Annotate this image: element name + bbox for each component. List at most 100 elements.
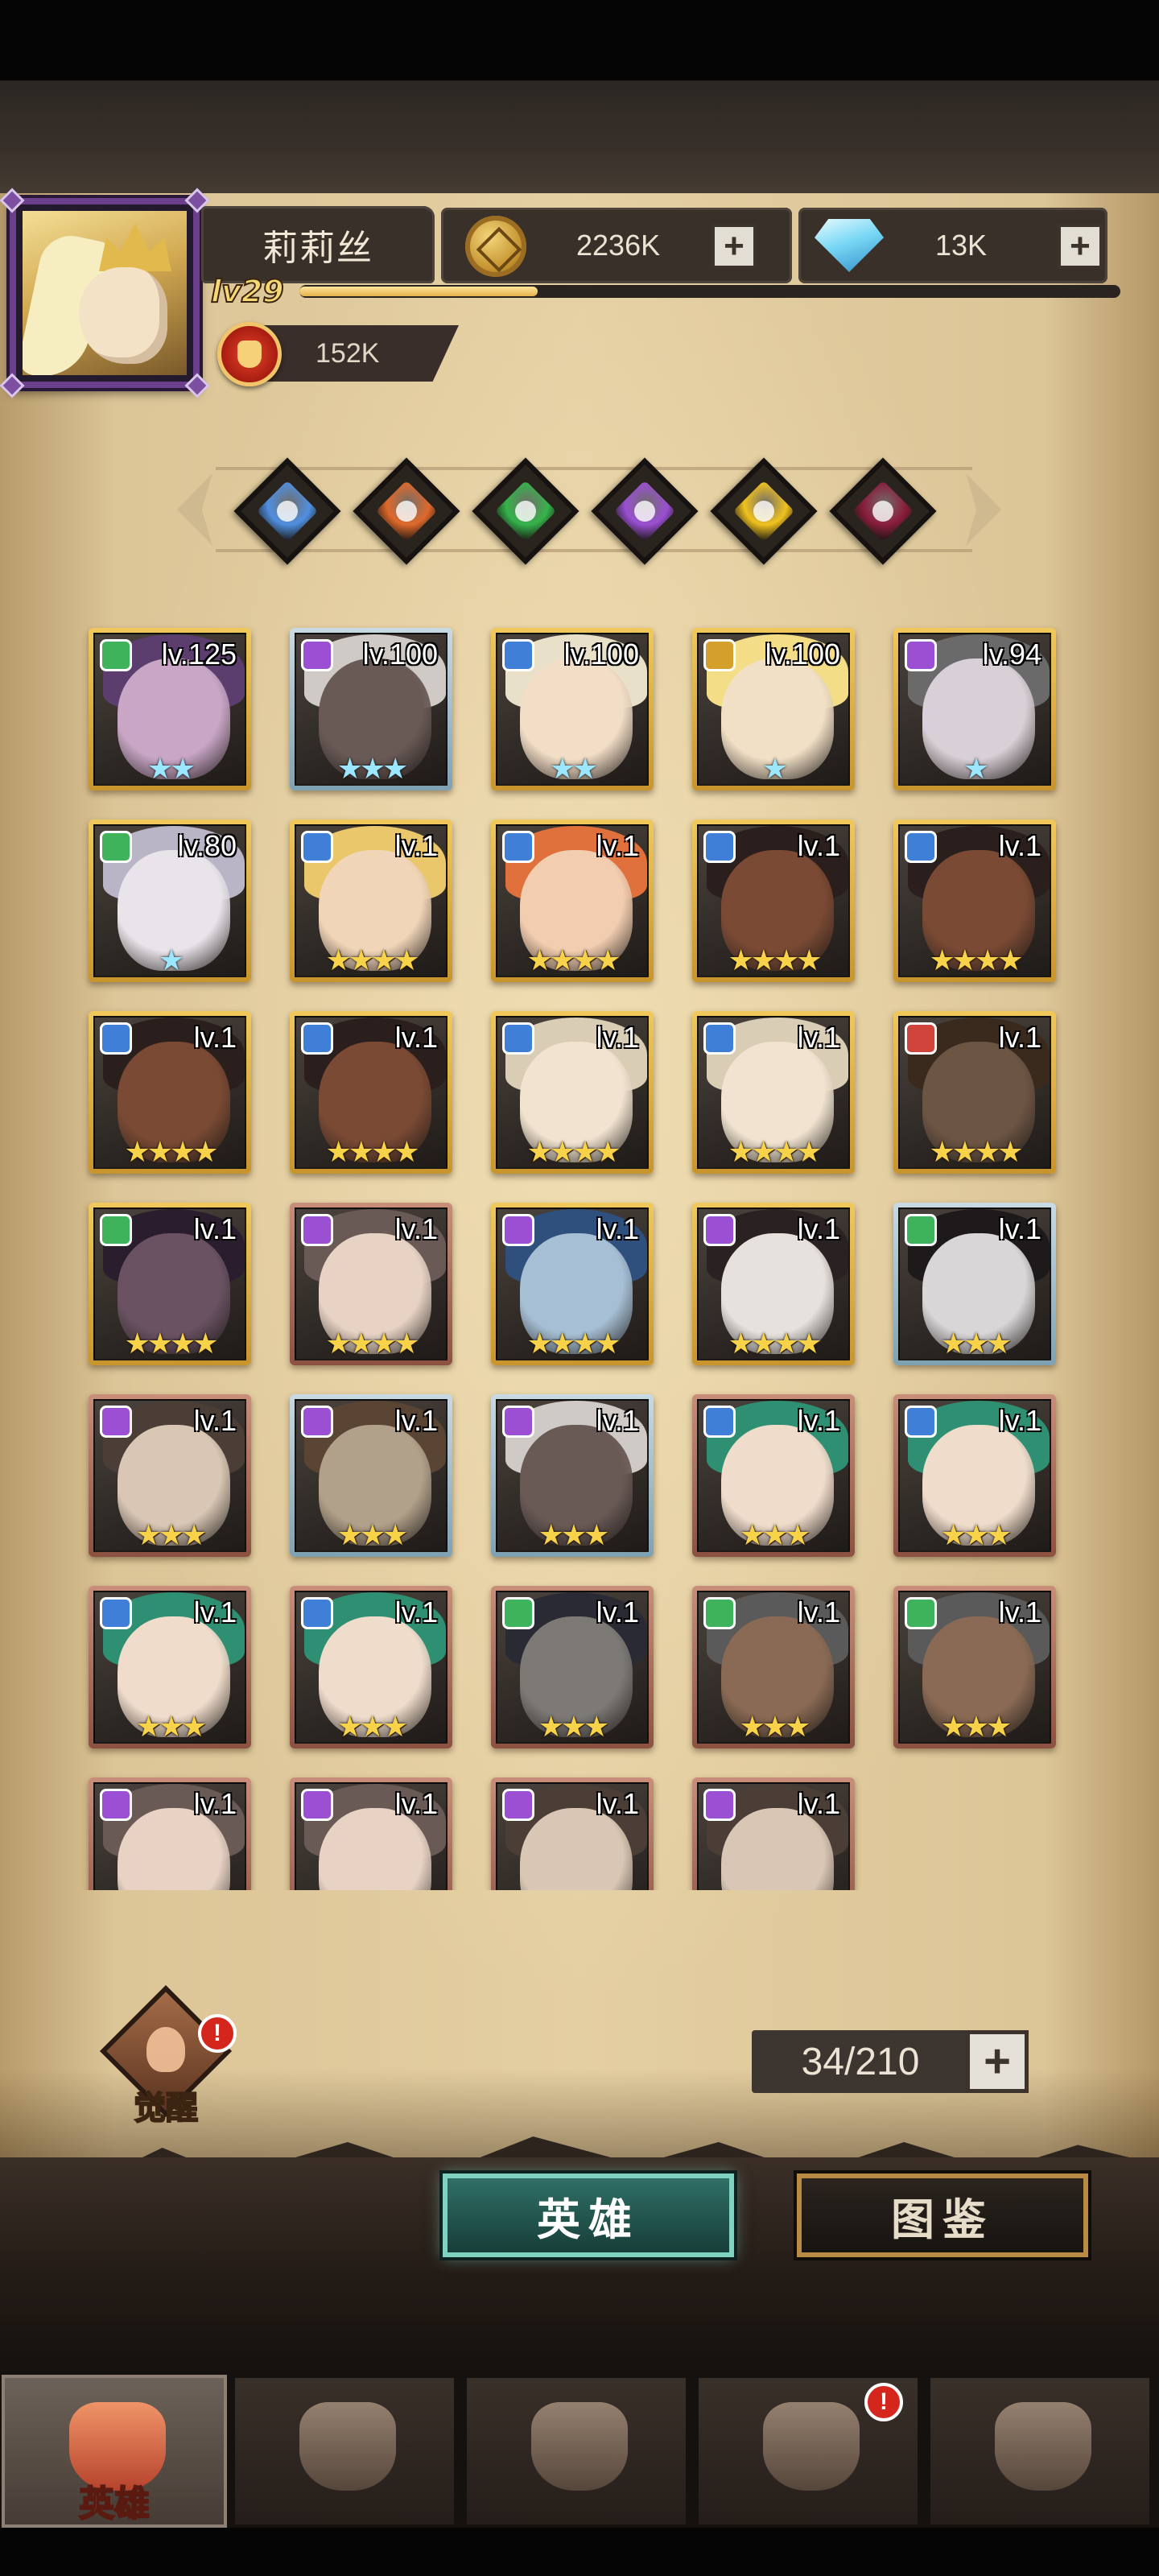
hero-card[interactable]: lv.100 ★	[692, 628, 855, 791]
hero-card[interactable]: lv.1 ★★★	[893, 1203, 1056, 1365]
hero-card[interactable]: lv.1 ★★★★	[290, 819, 452, 982]
hero-level: lv.1	[998, 1596, 1041, 1629]
hero-card[interactable]: lv.1 ★★★	[89, 1394, 251, 1557]
hero-class-icon	[100, 1406, 132, 1438]
hero-level: lv.1	[394, 1596, 438, 1629]
hero-card[interactable]: lv.1	[290, 1777, 452, 1890]
expand-slots-button[interactable]: +	[966, 2030, 1029, 2093]
hero-class-icon	[703, 1406, 736, 1438]
hero-stars: ★★★	[538, 1711, 610, 1744]
player-avatar[interactable]	[0, 188, 210, 398]
filter-blood-faction[interactable]	[829, 457, 937, 565]
awaken-button[interactable]: 觉醒 !	[95, 1980, 237, 2128]
castle-tower-icon	[763, 2402, 860, 2491]
hero-stars: ★★★	[940, 1711, 1013, 1744]
hero-stars: ★	[761, 753, 788, 786]
awaken-alert-badge: !	[198, 2014, 237, 2053]
hero-card[interactable]: lv.1 ★★★	[893, 1394, 1056, 1557]
hero-card[interactable]: lv.1 ★★★	[491, 1586, 654, 1748]
filter-arcane-faction[interactable]	[591, 457, 699, 565]
hero-card[interactable]: lv.1 ★★★★	[89, 1011, 251, 1174]
gesture-bar	[0, 2528, 1159, 2576]
hero-card[interactable]: lv.1 ★★★★	[491, 1203, 654, 1365]
hero-card[interactable]: lv.1 ★★★★	[89, 1203, 251, 1365]
nav-crossed-swords[interactable]	[464, 2375, 689, 2528]
hero-class-icon	[905, 831, 937, 863]
war-flag-icon	[299, 2402, 396, 2491]
gold-coin-icon	[465, 216, 526, 277]
hero-card[interactable]: lv.100 ★★★	[290, 628, 452, 791]
hero-level: lv.1	[797, 829, 840, 862]
hero-card[interactable]: lv.94 ★	[893, 628, 1056, 791]
hero-card[interactable]: lv.1 ★★★★	[290, 1203, 452, 1365]
hero-card[interactable]: lv.1 ★★★	[491, 1394, 654, 1557]
hero-level: lv.100	[563, 638, 639, 671]
hero-card[interactable]: lv.1	[89, 1777, 251, 1890]
gold-resource: 2236K +	[441, 208, 792, 283]
hero-class-icon	[301, 1789, 333, 1821]
nav-knight-helmet[interactable]: 英雄	[2, 2375, 227, 2528]
hero-level: lv.1	[193, 1787, 237, 1820]
filter-light-faction[interactable]	[233, 457, 341, 565]
hero-level: lv.1	[596, 1404, 639, 1437]
nav-guild-handshake[interactable]	[927, 2375, 1153, 2528]
add-gold-button[interactable]: +	[711, 224, 757, 269]
hero-class-icon	[100, 1214, 132, 1246]
nav-war-flag[interactable]	[232, 2375, 457, 2528]
hero-card[interactable]: lv.1 ★★★★	[692, 1011, 855, 1174]
hero-class-icon	[703, 831, 736, 863]
hero-class-icon	[502, 639, 534, 671]
hero-card[interactable]: lv.1 ★★★	[893, 1586, 1056, 1748]
hero-level: lv.1	[394, 1787, 438, 1820]
diamond-icon	[815, 219, 884, 272]
add-gems-button[interactable]: +	[1058, 224, 1103, 269]
hero-card[interactable]: lv.125 ★★	[89, 628, 251, 791]
nav-label: 英雄	[78, 2483, 151, 2525]
hero-stars: ★★★	[940, 1327, 1013, 1360]
hero-card[interactable]: lv.1 ★★★★	[491, 819, 654, 982]
nav-castle-tower[interactable]: !	[695, 2375, 921, 2528]
hero-class-icon	[301, 1214, 333, 1246]
hero-level: lv.80	[177, 829, 237, 862]
hero-stars: ★★★★	[325, 1136, 419, 1169]
hero-card[interactable]: lv.1 ★★★	[692, 1586, 855, 1748]
hero-card[interactable]: lv.1 ★★★★	[290, 1011, 452, 1174]
hero-stars: ★★★★	[325, 944, 419, 977]
hero-card[interactable]: lv.1	[692, 1777, 855, 1890]
hero-class-icon	[905, 1214, 937, 1246]
hero-stars: ★★	[549, 753, 599, 786]
hero-card[interactable]: lv.1 ★★★★	[692, 819, 855, 982]
gem-resource: 13K +	[798, 208, 1107, 283]
hero-card[interactable]: lv.1 ★★★	[89, 1586, 251, 1748]
hero-class-icon	[703, 1214, 736, 1246]
avatar-portrait	[23, 211, 187, 375]
hero-card[interactable]: lv.100 ★★	[491, 628, 654, 791]
hero-card[interactable]: lv.1 ★★★★	[491, 1011, 654, 1174]
hero-class-icon	[100, 639, 132, 671]
hero-class-icon	[502, 1406, 534, 1438]
player-name: 莉莉丝	[262, 228, 373, 269]
filter-fire-faction[interactable]	[353, 457, 460, 565]
hero-card[interactable]: lv.1 ★★★	[692, 1394, 855, 1557]
hero-card[interactable]: lv.1 ★★★★	[692, 1203, 855, 1365]
nav-alert-badge: !	[864, 2383, 903, 2421]
hero-card[interactable]: lv.1 ★★★	[290, 1586, 452, 1748]
gem-value: 13K	[935, 229, 988, 262]
tab-atlas[interactable]: 图鉴	[797, 2174, 1088, 2257]
hero-card[interactable]: lv.1 ★★★	[290, 1394, 452, 1557]
hero-class-icon	[301, 639, 333, 671]
hero-class-icon	[703, 639, 736, 671]
hero-card[interactable]: lv.80 ★	[89, 819, 251, 982]
hero-card[interactable]: lv.1	[491, 1777, 654, 1890]
hero-stars: ★★★	[538, 1519, 610, 1552]
tab-heroes[interactable]: 英雄	[443, 2174, 734, 2257]
hero-class-icon	[301, 1406, 333, 1438]
hero-card[interactable]: lv.1 ★★★★	[893, 819, 1056, 982]
filter-sun-faction[interactable]	[710, 457, 818, 565]
hero-class-icon	[703, 1022, 736, 1055]
hero-level: lv.1	[394, 829, 438, 862]
hero-class-icon	[502, 1214, 534, 1246]
crossed-swords-icon	[531, 2402, 628, 2491]
filter-clover-faction[interactable]	[472, 457, 580, 565]
hero-card[interactable]: lv.1 ★★★★	[893, 1011, 1056, 1174]
